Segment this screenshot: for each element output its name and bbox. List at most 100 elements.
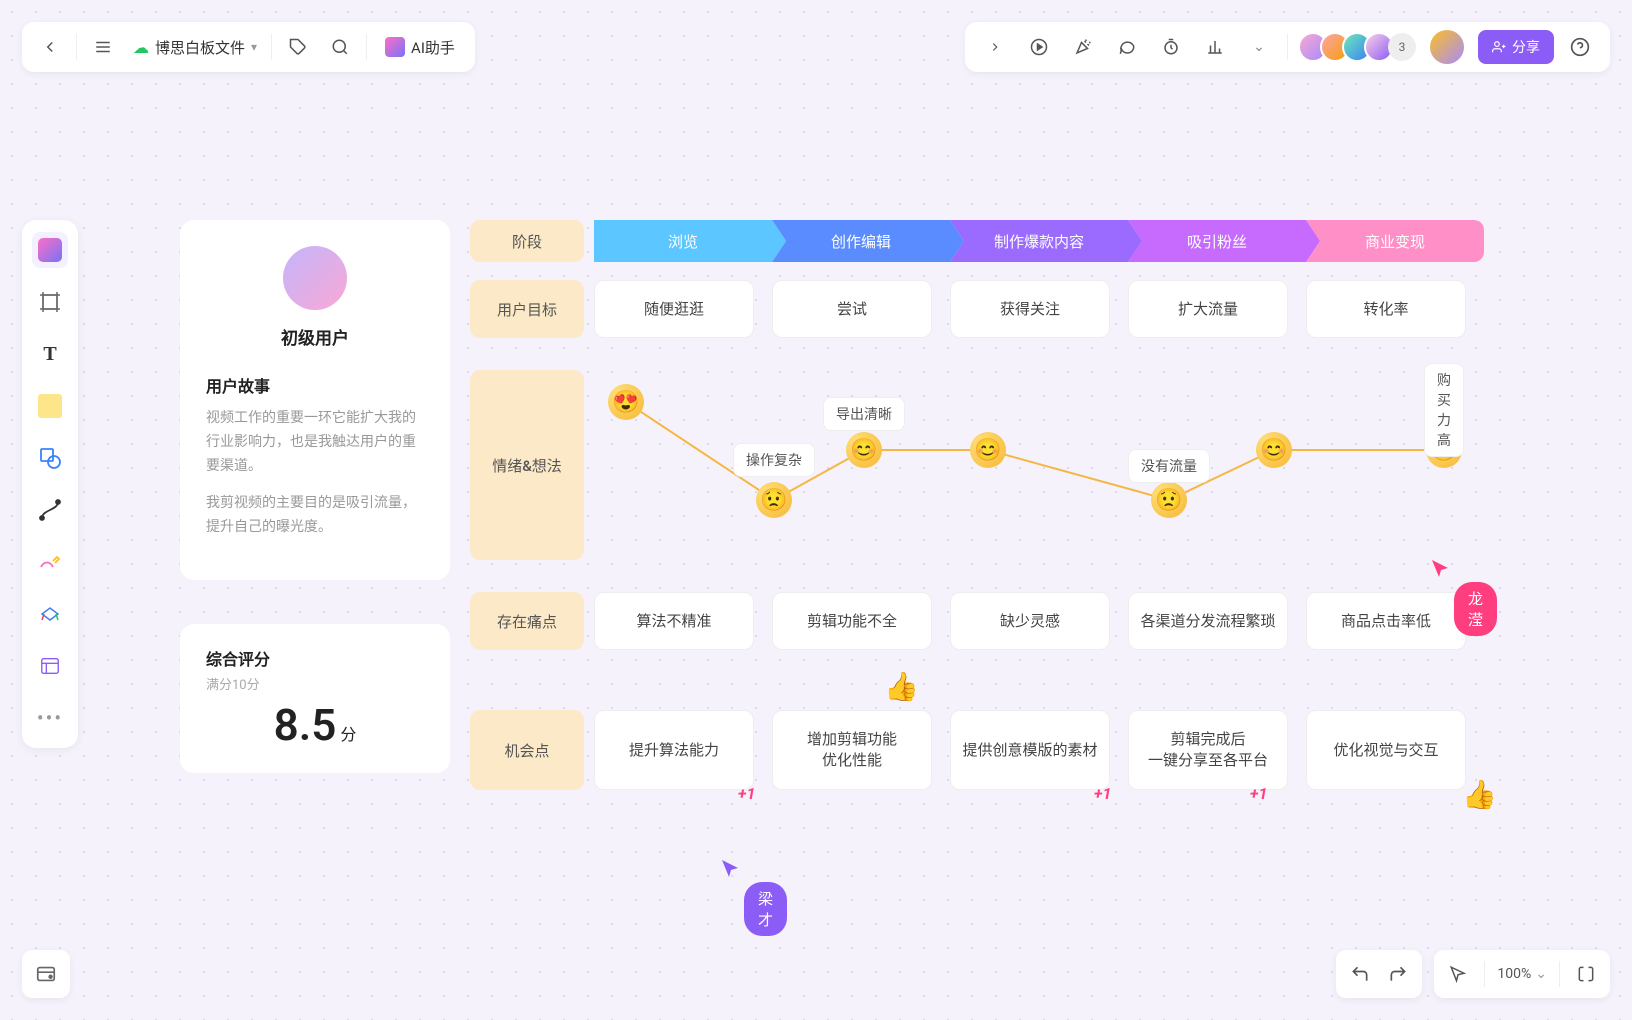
goals-row: 随便逛逛 尝试 获得关注 扩大流量 转化率 xyxy=(594,280,1466,338)
stage-2[interactable]: 创作编辑 xyxy=(772,220,950,262)
cloud-icon: ☁ xyxy=(133,38,149,57)
pointer-mode[interactable] xyxy=(1444,956,1472,992)
stage-3[interactable]: 制作爆款内容 xyxy=(950,220,1128,262)
persona-story-2: 我剪视频的主要目的是吸引流量，提升自己的曝光度。 xyxy=(206,492,424,540)
row-label-stage: 阶段 xyxy=(470,220,584,262)
thumbs-up-icon: 👍 xyxy=(1462,778,1497,811)
pain-1[interactable]: 算法不精准 xyxy=(594,592,754,650)
row-label-goal: 用户目标 xyxy=(470,280,584,338)
score-card[interactable]: 综合评分 满分10分 8.5分 xyxy=(180,624,450,773)
row-label-emotion: 情绪&想法 xyxy=(470,370,584,560)
menu-button[interactable] xyxy=(85,29,121,65)
comment-icon[interactable] xyxy=(1109,29,1145,65)
goal-1[interactable]: 随便逛逛 xyxy=(594,280,754,338)
cursor-label-pink: 龙滢 xyxy=(1454,582,1497,636)
bottom-right-controls: 100%⌄ xyxy=(1336,950,1610,998)
fit-view[interactable] xyxy=(1572,956,1600,992)
connector-tool[interactable] xyxy=(32,492,68,528)
score-sub: 满分10分 xyxy=(206,674,424,693)
opp-3[interactable]: 提供创意模版的素材 xyxy=(950,710,1110,790)
opp-4[interactable]: 剪辑完成后 一键分享至各平台 xyxy=(1128,710,1288,790)
more-icon[interactable]: ⌄ xyxy=(1241,29,1277,65)
persona-card[interactable]: 初级用户 用户故事 视频工作的重要一环它能扩大我的行业影响力，也是我触达用户的重… xyxy=(180,220,450,580)
goal-3[interactable]: 获得关注 xyxy=(950,280,1110,338)
zoom-level[interactable]: 100%⌄ xyxy=(1497,956,1547,992)
emo-tag-4[interactable]: 购买力高 xyxy=(1424,363,1464,457)
widget-tool[interactable] xyxy=(32,648,68,684)
pain-5[interactable]: 商品点击率低 xyxy=(1306,592,1466,650)
search-button[interactable] xyxy=(322,29,358,65)
ai-icon xyxy=(385,37,405,57)
shape-tool[interactable] xyxy=(32,440,68,476)
stage-1[interactable]: 浏览 xyxy=(594,220,772,262)
goal-5[interactable]: 转化率 xyxy=(1306,280,1466,338)
avatar-overflow: 3 xyxy=(1388,33,1416,61)
share-button[interactable]: 分享 xyxy=(1478,30,1554,64)
chevron-down-icon: ▾ xyxy=(251,40,257,54)
goal-2[interactable]: 尝试 xyxy=(772,280,932,338)
emo-tag-3[interactable]: 没有流量 xyxy=(1128,449,1210,483)
collapse-icon[interactable] xyxy=(977,29,1013,65)
redo-button[interactable] xyxy=(1384,956,1412,992)
stage-4[interactable]: 吸引粉丝 xyxy=(1128,220,1306,262)
goal-4[interactable]: 扩大流量 xyxy=(1128,280,1288,338)
score-value: 8.5分 xyxy=(206,699,424,751)
opp-1[interactable]: 提升算法能力 xyxy=(594,710,754,790)
score-title: 综合评分 xyxy=(206,646,424,670)
text-tool[interactable]: T xyxy=(32,336,68,372)
emoji-worried: 😟 xyxy=(1151,482,1187,518)
help-button[interactable] xyxy=(1562,29,1598,65)
emoji-smile: 😊 xyxy=(1256,432,1292,468)
ai-assistant-button[interactable]: AI助手 xyxy=(375,29,465,65)
file-name-dropdown[interactable]: ☁ 博思白板文件 ▾ xyxy=(127,37,263,58)
pain-3[interactable]: 缺少灵感 xyxy=(950,592,1110,650)
chart-icon[interactable] xyxy=(1197,29,1233,65)
tag-button[interactable] xyxy=(280,29,316,65)
opp-2[interactable]: 增加剪辑功能 优化性能 xyxy=(772,710,932,790)
play-icon[interactable] xyxy=(1021,29,1057,65)
minimize-panel-button[interactable] xyxy=(22,950,70,998)
pains-row: 算法不精准 剪辑功能不全 缺少灵感 各渠道分发流程繁琐 商品点击率低 xyxy=(594,592,1466,650)
row-label-opportunity: 机会点 xyxy=(470,710,584,790)
collaborator-avatars[interactable]: 3 xyxy=(1298,32,1416,62)
thumbs-up-icon: 👍 xyxy=(884,670,919,703)
timer-icon[interactable] xyxy=(1153,29,1189,65)
persona-avatar xyxy=(283,246,347,310)
pain-2[interactable]: 剪辑功能不全 xyxy=(772,592,932,650)
emo-tag-1[interactable]: 操作复杂 xyxy=(733,443,815,477)
undo-button[interactable] xyxy=(1346,956,1374,992)
emoji-smile: 😊 xyxy=(970,432,1006,468)
opps-row: 提升算法能力 增加剪辑功能 优化性能 提供创意模版的素材 剪辑完成后 一键分享至… xyxy=(594,710,1466,790)
frame-tool[interactable] xyxy=(32,284,68,320)
opp-5[interactable]: 优化视觉与交互 xyxy=(1306,710,1466,790)
ai-label: AI助手 xyxy=(411,37,455,58)
row-label-pain: 存在痛点 xyxy=(470,592,584,650)
emotion-chart[interactable]: 😍 😟 😊 😊 😟 😊 😊 操作复杂 导出清晰 没有流量 购买力高 xyxy=(594,370,1472,560)
current-user-avatar[interactable] xyxy=(1430,30,1464,64)
pain-4[interactable]: 各渠道分发流程繁琐 xyxy=(1128,592,1288,650)
topbar-right: ⌄ 3 分享 xyxy=(965,22,1610,72)
persona-title: 初级用户 xyxy=(206,324,424,349)
sticky-tool[interactable] xyxy=(32,388,68,424)
cursor-icon xyxy=(720,858,744,882)
topbar-left: ☁ 博思白板文件 ▾ AI助手 xyxy=(22,22,475,72)
emo-tag-2[interactable]: 导出清晰 xyxy=(823,397,905,431)
stage-5[interactable]: 商业变现 xyxy=(1306,220,1484,262)
share-label: 分享 xyxy=(1512,37,1540,57)
file-name-label: 博思白板文件 xyxy=(155,37,245,58)
plus-one-badge: +1 xyxy=(1250,784,1267,803)
pen-tool[interactable] xyxy=(32,544,68,580)
back-button[interactable] xyxy=(32,29,68,65)
plus-one-badge: +1 xyxy=(738,784,755,803)
emoji-smile: 😊 xyxy=(846,432,882,468)
highlighter-tool[interactable] xyxy=(32,596,68,632)
persona-story-1: 视频工作的重要一环它能扩大我的行业影响力，也是我触达用户的重要渠道。 xyxy=(206,407,424,478)
emoji-worried: 😟 xyxy=(756,482,792,518)
emoji-love: 😍 xyxy=(608,384,644,420)
stages-header: 浏览 创作编辑 制作爆款内容 吸引粉丝 商业变现 xyxy=(594,220,1484,262)
logo-tool[interactable] xyxy=(32,232,68,268)
more-tools[interactable]: ••• xyxy=(32,700,68,736)
cursor-label-purple: 梁才 xyxy=(744,882,787,936)
plus-one-badge: +1 xyxy=(1094,784,1111,803)
celebrate-icon[interactable] xyxy=(1065,29,1101,65)
